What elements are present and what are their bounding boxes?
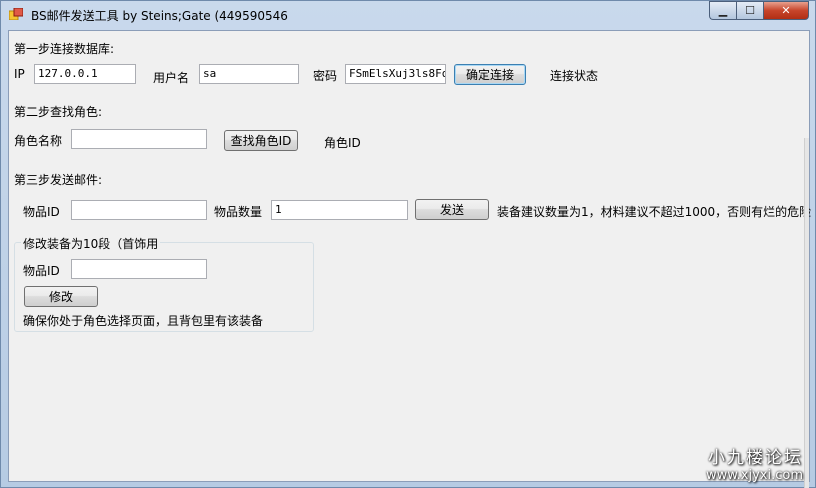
modify-button[interactable]: 修改 — [24, 286, 98, 307]
form-client-area: 第一步连接数据库: IP 127.0.0.1 用户名 sa 密码 FSmElsX… — [8, 30, 812, 488]
maximize-button[interactable]: ☐ — [736, 1, 763, 20]
connection-status-label: 连接状态 — [550, 69, 599, 83]
send-button[interactable]: 发送 — [415, 199, 489, 220]
modify-equipment-group: 修改装备为10段（首饰用 物品ID 修改 确保你处于角色选择页面，且背包里有该装… — [14, 235, 314, 332]
item-quantity-input[interactable]: 1 — [271, 200, 408, 220]
watermark: 小九楼论坛 www.xjyxi.com — [706, 443, 803, 483]
role-name-input[interactable] — [71, 129, 207, 149]
connect-button[interactable]: 确定连接 — [454, 64, 526, 85]
minimize-icon: ▁ — [718, 4, 728, 17]
close-icon: ✕ — [781, 4, 791, 17]
minimize-button[interactable]: ▁ — [709, 1, 736, 20]
ip-label: IP — [14, 67, 25, 81]
ip-input[interactable]: 127.0.0.1 — [34, 64, 136, 84]
role-name-label: 角色名称 — [14, 134, 63, 148]
title-bar[interactable]: BS邮件发送工具 by Steins;Gate (449590546 ▁ ☐ ✕ — [1, 1, 815, 28]
item-id-input[interactable] — [71, 200, 207, 220]
find-role-button[interactable]: 查找角色ID — [224, 130, 298, 151]
app-window: BS邮件发送工具 by Steins;Gate (449590546 ▁ ☐ ✕… — [0, 0, 816, 488]
role-id-label: 角色ID — [324, 136, 361, 150]
app-icon — [9, 8, 23, 20]
close-button[interactable]: ✕ — [763, 1, 809, 20]
group-title: 修改装备为10段（首饰用 — [21, 235, 161, 252]
password-label: 密码 — [313, 69, 338, 83]
modify-item-id-label: 物品ID — [23, 264, 60, 278]
item-quantity-label: 物品数量 — [214, 205, 263, 219]
watermark-title: 小九楼论坛 — [708, 448, 803, 468]
modify-item-id-input[interactable] — [71, 259, 207, 279]
window-title: BS邮件发送工具 by Steins;Gate (449590546 — [31, 9, 288, 23]
username-input[interactable]: sa — [199, 64, 299, 84]
send-hint: 装备建议数量为1，材料建议不超过1000，否则有烂的危险 — [497, 205, 812, 219]
maximize-icon: ☐ — [745, 4, 755, 17]
scrollbar-edge — [804, 138, 809, 488]
item-id-label: 物品ID — [23, 205, 60, 219]
modify-note: 确保你处于角色选择页面，且背包里有该装备 — [23, 314, 264, 328]
watermark-url: www.xjyxi.com — [705, 468, 803, 483]
password-input[interactable]: FSmElsXuj3ls8Fq — [345, 64, 446, 84]
username-label: 用户名 — [153, 71, 190, 85]
step1-heading: 第一步连接数据库: — [14, 42, 115, 56]
step2-heading: 第二步查找角色: — [14, 105, 103, 119]
step3-heading: 第三步发送邮件: — [14, 173, 103, 187]
window-controls: ▁ ☐ ✕ — [709, 1, 809, 20]
